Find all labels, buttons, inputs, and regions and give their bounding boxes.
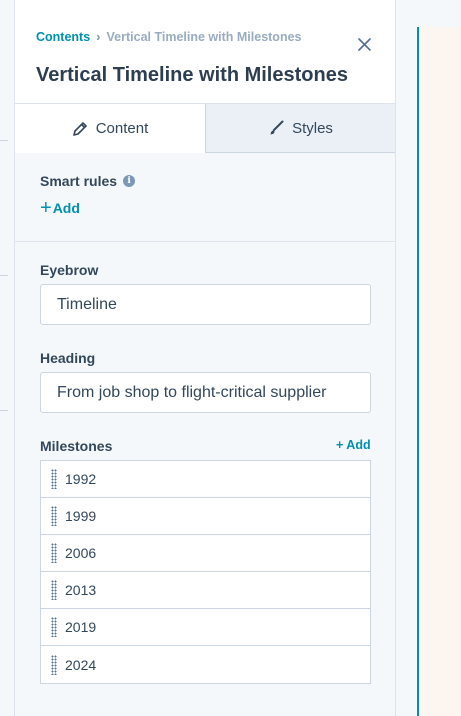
panel-header: Contents › Vertical Timeline with Milest…	[15, 0, 395, 104]
drag-handle-icon[interactable]	[51, 617, 57, 637]
milestone-item[interactable]: 2024	[41, 646, 370, 683]
milestone-item[interactable]: 2019	[41, 609, 370, 646]
milestones-label: Milestones	[40, 438, 113, 454]
breadcrumb: Contents › Vertical Timeline with Milest…	[36, 29, 302, 44]
breadcrumb-contents-link[interactable]: Contents	[36, 30, 90, 44]
plus-icon: +	[40, 197, 52, 219]
breadcrumb-separator: ›	[96, 29, 101, 44]
left-edge-strip	[0, 0, 15, 716]
tab-content-label: Content	[95, 120, 149, 137]
milestone-label: 2019	[65, 619, 97, 635]
eyebrow-label: Eyebrow	[40, 262, 99, 278]
left-edge-tick	[0, 140, 8, 141]
eyebrow-input[interactable]	[40, 284, 371, 325]
milestones-list: 1992 1999 2006 2013 2019 2024	[40, 460, 371, 684]
milestone-label: 2013	[65, 582, 97, 598]
add-smart-rule-label: Add	[52, 200, 80, 216]
drag-handle-icon[interactable]	[51, 543, 57, 563]
milestone-item[interactable]: 1999	[41, 498, 370, 535]
milestone-label: 1992	[65, 471, 97, 487]
add-milestone-button[interactable]: + Add	[336, 438, 371, 452]
pencil-icon	[72, 121, 87, 136]
drag-handle-icon[interactable]	[51, 506, 57, 526]
milestone-item[interactable]: 2013	[41, 572, 370, 609]
info-icon[interactable]: i	[123, 175, 136, 187]
left-edge-tick	[0, 410, 8, 411]
heading-input[interactable]	[40, 372, 371, 413]
smart-rules-section: Smart rules i + Add	[15, 153, 395, 242]
milestone-label: 2006	[65, 545, 97, 561]
tab-styles-label: Styles	[292, 119, 333, 137]
tab-content[interactable]: Content	[15, 104, 205, 153]
smart-rules-label: Smart rules i	[40, 173, 136, 189]
close-button[interactable]	[355, 35, 373, 53]
tab-styles[interactable]: Styles	[205, 104, 395, 153]
brush-icon	[270, 120, 284, 135]
breadcrumb-current: Vertical Timeline with Milestones	[106, 29, 302, 44]
page-preview-area	[396, 0, 461, 716]
milestone-label: 2024	[65, 656, 97, 673]
preview-module[interactable]	[417, 27, 461, 716]
milestone-label: 1999	[65, 508, 97, 524]
smart-rules-text: Smart rules	[40, 173, 118, 189]
close-icon	[357, 37, 371, 51]
drag-handle-icon[interactable]	[51, 469, 57, 489]
panel-title: Vertical Timeline with Milestones	[36, 64, 348, 86]
heading-label: Heading	[40, 350, 96, 366]
add-smart-rule-button[interactable]: + Add	[40, 197, 80, 219]
editor-tabs: Content Styles	[15, 104, 395, 153]
milestone-item[interactable]: 1992	[41, 461, 370, 498]
left-edge-tick	[0, 275, 8, 276]
drag-handle-icon[interactable]	[51, 654, 57, 675]
milestone-item[interactable]: 2006	[41, 535, 370, 572]
module-editor-panel: Contents › Vertical Timeline with Milest…	[15, 0, 396, 716]
drag-handle-icon[interactable]	[51, 580, 57, 600]
